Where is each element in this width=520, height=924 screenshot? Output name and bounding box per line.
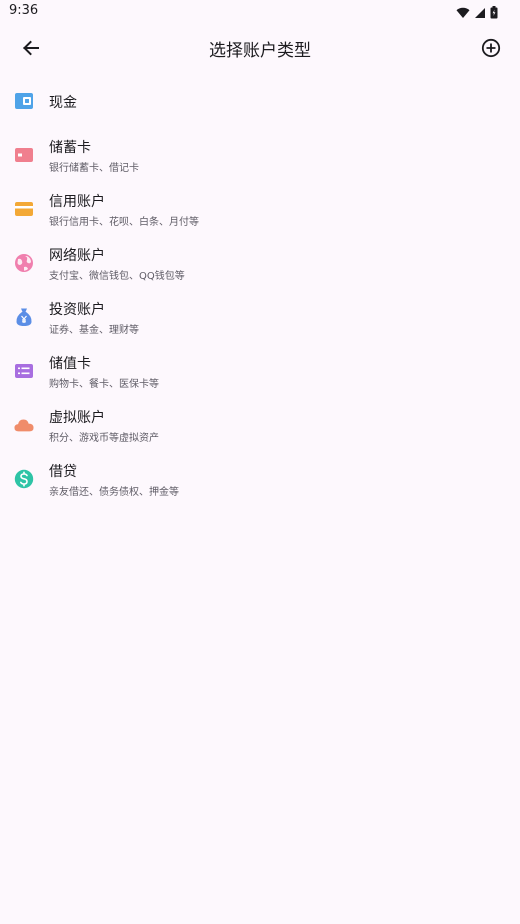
battery-icon — [490, 4, 498, 23]
status-icons — [456, 4, 498, 23]
account-type-title: 储值卡 — [49, 356, 91, 372]
account-type-stored-value[interactable]: 储值卡 购物卡、餐卡、医保卡等 — [0, 344, 520, 398]
account-type-title: 虚拟账户 — [49, 410, 105, 426]
cloud-icon — [14, 415, 34, 435]
account-type-cash[interactable]: 现金 — [0, 74, 520, 128]
account-type-credit[interactable]: 信用账户 银行信用卡、花呗、白条、月付等 — [0, 182, 520, 236]
wallet-icon — [14, 91, 34, 111]
account-type-virtual[interactable]: 虚拟账户 积分、游戏币等虚拟资产 — [0, 398, 520, 452]
back-button[interactable] — [18, 35, 44, 61]
account-type-subtitle: 积分、游戏币等虚拟资产 — [49, 433, 159, 444]
status-time: 9:36 — [9, 3, 39, 18]
account-type-investment[interactable]: 投资账户 证券、基金、理财等 — [0, 290, 520, 344]
credit-card-icon — [14, 199, 34, 219]
account-type-title: 网络账户 — [49, 248, 105, 264]
account-type-subtitle: 银行储蓄卡、借记卡 — [49, 163, 139, 174]
account-type-subtitle: 支付宝、微信钱包、QQ钱包等 — [49, 271, 185, 282]
account-type-subtitle: 证券、基金、理财等 — [49, 325, 139, 336]
arrow-back-icon — [23, 40, 39, 56]
account-type-title: 储蓄卡 — [49, 140, 91, 156]
add-circle-icon — [481, 38, 501, 58]
dollar-circle-icon — [14, 469, 34, 489]
add-account-type-button[interactable] — [478, 35, 504, 61]
account-type-title: 信用账户 — [49, 194, 105, 210]
account-type-subtitle: 银行信用卡、花呗、白条、月付等 — [49, 217, 199, 228]
debit-card-icon — [14, 145, 34, 165]
account-type-online[interactable]: 网络账户 支付宝、微信钱包、QQ钱包等 — [0, 236, 520, 290]
app-bar: 选择账户类型 — [0, 22, 520, 74]
account-type-title: 现金 — [49, 95, 77, 111]
page-title: 选择账户类型 — [209, 41, 311, 61]
account-type-loan[interactable]: 借贷 亲友借还、债务债权、押金等 — [0, 452, 520, 506]
account-type-list: 现金 储蓄卡 银行储蓄卡、借记卡 信用账户 银行信用卡、花呗、白条、月付等 网络… — [0, 74, 520, 506]
account-type-title: 借贷 — [49, 464, 77, 480]
status-bar: 9:36 — [0, 0, 520, 22]
account-type-debit-card[interactable]: 储蓄卡 银行储蓄卡、借记卡 — [0, 128, 520, 182]
signal-icon — [474, 4, 486, 23]
account-type-subtitle: 购物卡、餐卡、医保卡等 — [49, 379, 159, 390]
wifi-icon — [456, 4, 470, 23]
stored-value-card-icon — [14, 361, 34, 381]
money-bag-icon — [14, 307, 34, 327]
globe-icon — [14, 253, 34, 273]
account-type-title: 投资账户 — [49, 302, 105, 318]
account-type-subtitle: 亲友借还、债务债权、押金等 — [49, 487, 179, 498]
